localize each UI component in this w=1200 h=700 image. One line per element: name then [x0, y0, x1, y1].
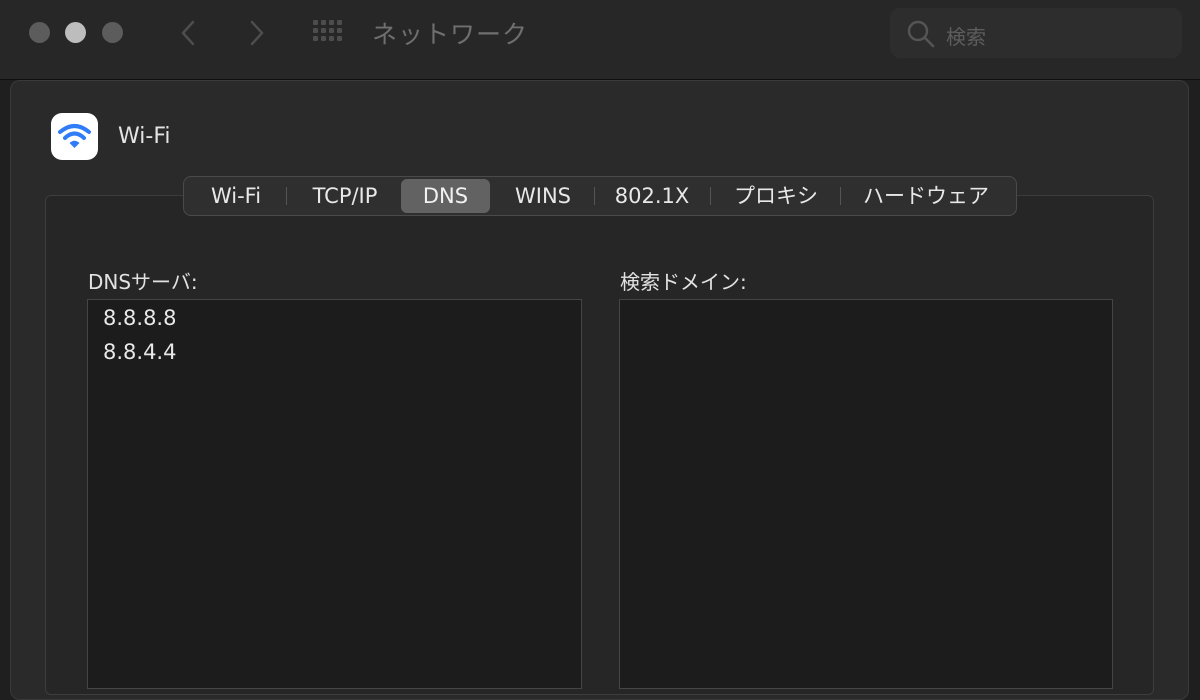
window-title: ネットワーク	[372, 20, 529, 49]
interface-name: Wi-Fi	[118, 124, 171, 149]
window-titlebar: ネットワーク 検索	[0, 0, 1200, 80]
wifi-icon	[58, 124, 91, 148]
search-icon	[907, 20, 935, 48]
tab-hardware[interactable]: ハードウェア	[846, 179, 1006, 213]
close-window-button[interactable]	[29, 22, 50, 43]
tab-tcpip[interactable]: TCP/IP	[292, 179, 398, 213]
tab-wins[interactable]: WINS	[496, 179, 590, 213]
show-all-button[interactable]	[311, 18, 347, 48]
chevron-left-icon	[181, 20, 195, 46]
tab-separator	[710, 187, 711, 205]
tab-8021x[interactable]: 802.1X	[600, 179, 704, 213]
tab-separator	[594, 187, 595, 205]
tab-dns[interactable]: DNS	[401, 179, 490, 213]
dns-server-entry[interactable]: 8.8.4.4	[103, 340, 176, 364]
dns-server-entry[interactable]: 8.8.8.8	[103, 306, 176, 330]
minimize-window-button[interactable]	[65, 22, 86, 43]
tab-separator	[840, 187, 841, 205]
forward-button[interactable]	[241, 16, 271, 50]
search-placeholder: 検索	[946, 25, 986, 49]
dns-servers-list[interactable]: 8.8.8.8 8.8.4.4	[87, 299, 582, 689]
grid-icon	[313, 20, 342, 41]
back-button[interactable]	[174, 16, 204, 50]
tab-proxy[interactable]: プロキシ	[716, 179, 836, 213]
search-domains-label: 検索ドメイン:	[620, 270, 747, 294]
tab-wifi[interactable]: Wi-Fi	[190, 179, 282, 213]
search-field[interactable]: 検索	[890, 8, 1182, 58]
tab-bar: Wi-Fi TCP/IP DNS WINS 802.1X プロキシ ハードウェア	[183, 176, 1017, 216]
zoom-window-button[interactable]	[102, 22, 123, 43]
chevron-right-icon	[250, 20, 264, 46]
dns-servers-label: DNSサーバ:	[88, 270, 198, 294]
interface-icon-badge	[51, 113, 98, 160]
tab-separator	[286, 187, 287, 205]
search-domains-list[interactable]	[619, 299, 1113, 689]
